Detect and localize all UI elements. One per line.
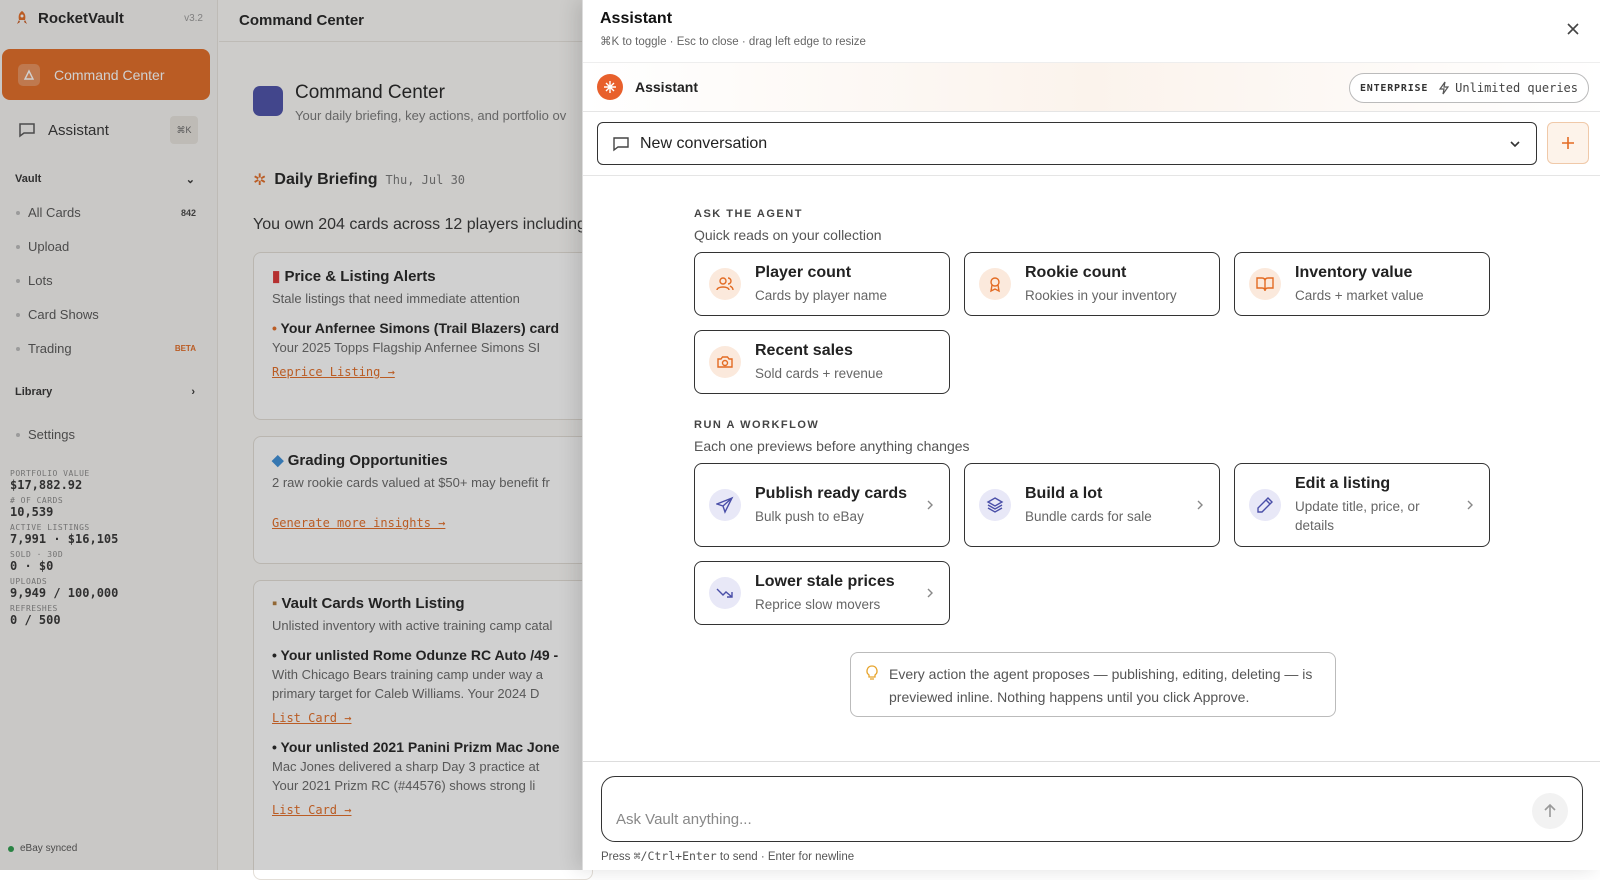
build-a-lot-option[interactable]: Build a lot Bundle cards for sale xyxy=(964,463,1220,547)
trending-down-icon xyxy=(709,577,741,609)
message-input[interactable] xyxy=(616,811,1496,828)
workflow-section-subtitle: Each one previews before anything change… xyxy=(694,438,970,454)
plan-badge: ENTERPRISE xyxy=(1359,82,1429,94)
plan-quota: Unlimited queries xyxy=(1438,81,1578,95)
workflow-section-label: RUN A WORKFLOW xyxy=(694,419,820,431)
assistant-panel: Assistant ⌘K to toggle · Esc to close · … xyxy=(582,0,1600,870)
send-hint-keys: ⌘/Ctrl+Enter xyxy=(633,849,717,863)
ask-section-subtitle: Quick reads on your collection xyxy=(694,227,882,243)
layers-icon xyxy=(979,489,1011,521)
panel-title: Assistant xyxy=(600,10,673,27)
option-title: Player count xyxy=(755,263,852,281)
conversation-bar: New conversation xyxy=(583,112,1600,176)
pencil-icon xyxy=(1249,489,1281,521)
option-subtitle: Bulk push to eBay xyxy=(755,508,864,524)
panel-hint: ⌘K to toggle · Esc to close · drag left … xyxy=(600,36,866,48)
send-hint: Press ⌘/Ctrl+Enter to send · Enter for n… xyxy=(601,849,854,863)
option-title: Publish ready cards xyxy=(755,484,908,502)
plus-icon xyxy=(1562,137,1574,149)
modal-overlay[interactable] xyxy=(0,0,582,870)
book-open-icon xyxy=(1249,268,1281,300)
chevron-down-icon xyxy=(1510,140,1520,147)
plan-quota-label: Unlimited queries xyxy=(1455,81,1578,95)
agent-bar: Assistant ENTERPRISE Unlimited queries xyxy=(583,62,1600,112)
option-subtitle: Cards by player name xyxy=(755,287,888,303)
inventory-value-option[interactable]: Inventory value Cards + market value xyxy=(1234,252,1490,316)
option-subtitle: Rookies in your inventory xyxy=(1025,287,1177,303)
lightbulb-icon xyxy=(866,665,878,680)
conversation-select[interactable]: New conversation xyxy=(597,122,1537,165)
player-count-option[interactable]: Player count Cards by player name xyxy=(694,252,950,316)
message-box xyxy=(601,776,1583,842)
ask-section-label: ASK THE AGENT xyxy=(694,208,803,220)
conversation-label: New conversation xyxy=(640,134,768,152)
chevron-right-icon xyxy=(1467,500,1473,510)
chat-icon xyxy=(613,136,629,151)
send-button[interactable] xyxy=(1532,793,1568,829)
publish-ready-cards-option[interactable]: Publish ready cards Bulk push to eBay xyxy=(694,463,950,547)
rookie-count-option[interactable]: Rookie count Rookies in your inventory xyxy=(964,252,1220,316)
new-conversation-button[interactable] xyxy=(1547,122,1589,164)
edit-a-listing-option[interactable]: Edit a listing Update title, price, or de… xyxy=(1234,463,1490,547)
close-icon xyxy=(1567,23,1579,35)
option-subtitle: Reprice slow movers xyxy=(755,596,881,612)
send-icon xyxy=(709,489,741,521)
composer: Press ⌘/Ctrl+Enter to send · Enter for n… xyxy=(583,761,1600,870)
lightning-icon xyxy=(1439,81,1450,95)
approval-note-text: Every action the agent proposes — publis… xyxy=(889,666,1313,705)
send-hint-suffix: to send · Enter for newline xyxy=(719,851,855,863)
option-title: Lower stale prices xyxy=(755,572,895,590)
option-title: Inventory value xyxy=(1295,263,1413,281)
lower-stale-prices-option[interactable]: Lower stale prices Reprice slow movers xyxy=(694,561,950,625)
recent-sales-option[interactable]: Recent sales Sold cards + revenue xyxy=(694,330,950,394)
option-title: Build a lot xyxy=(1025,484,1103,502)
chevron-right-icon xyxy=(927,588,933,598)
chevron-right-icon xyxy=(1197,500,1203,510)
panel-header: Assistant ⌘K to toggle · Esc to close · … xyxy=(600,10,866,48)
close-button[interactable] xyxy=(1562,18,1584,40)
arrow-up-icon xyxy=(1544,803,1556,817)
users-icon xyxy=(709,268,741,300)
option-subtitle: Update title, price, or details xyxy=(1295,499,1420,533)
send-hint-prefix: Press xyxy=(601,851,631,863)
award-icon xyxy=(979,268,1011,300)
option-title: Edit a listing xyxy=(1295,475,1391,492)
option-subtitle: Sold cards + revenue xyxy=(755,365,883,381)
option-subtitle: Cards + market value xyxy=(1295,287,1424,303)
option-title: Recent sales xyxy=(755,341,853,359)
option-subtitle: Bundle cards for sale xyxy=(1025,508,1152,524)
option-title: Rookie count xyxy=(1025,263,1127,281)
plan-pill: ENTERPRISE Unlimited queries xyxy=(1348,73,1589,103)
approval-note: Every action the agent proposes — publis… xyxy=(850,652,1336,717)
camera-icon xyxy=(709,346,741,378)
chevron-right-icon xyxy=(927,500,933,510)
sparkle-icon xyxy=(604,81,616,93)
agent-avatar xyxy=(597,74,623,100)
agent-name: Assistant xyxy=(635,79,699,95)
